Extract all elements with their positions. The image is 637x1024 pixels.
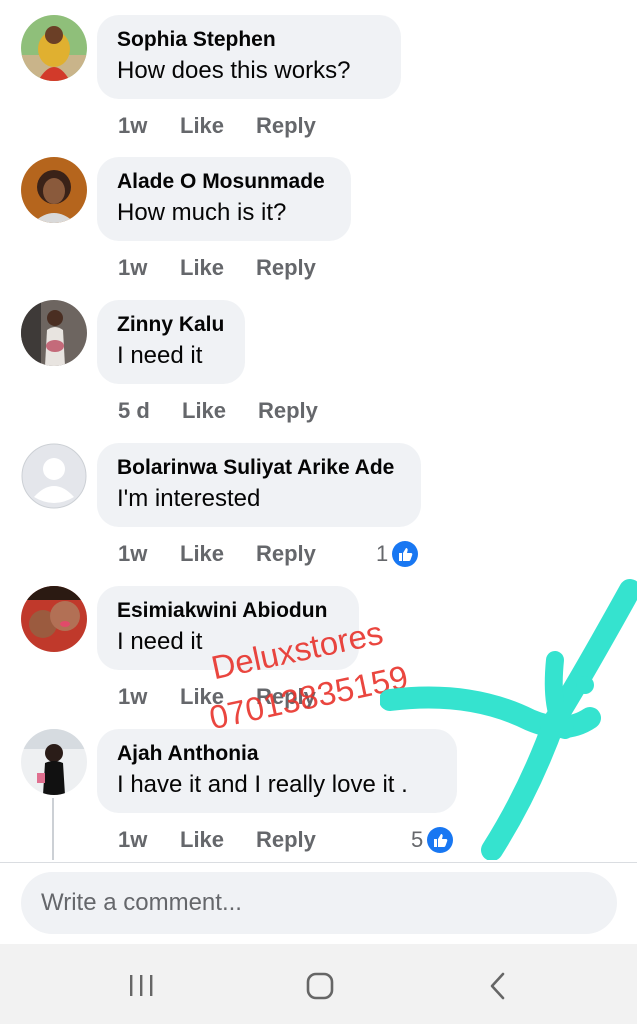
reply-button[interactable]: Reply: [256, 541, 316, 567]
like-button[interactable]: Like: [182, 398, 226, 424]
reply-button[interactable]: Reply: [256, 113, 316, 139]
comment-input[interactable]: Write a comment...: [21, 872, 617, 934]
comment-text: I'm interested: [117, 485, 261, 512]
like-button[interactable]: Like: [180, 541, 224, 567]
reply-button[interactable]: Reply: [256, 255, 316, 281]
comment-author[interactable]: Esimiakwini Abiodun: [117, 598, 339, 624]
reply-button[interactable]: Reply: [256, 827, 316, 853]
comment-time[interactable]: 1w: [118, 255, 147, 281]
scribble-annotation: [380, 579, 637, 860]
comment-bubble[interactable]: Bolarinwa Suliyat Arike Ade I'm interest…: [97, 443, 421, 527]
comment-text: How much is it?: [117, 199, 287, 226]
thumbs-up-icon: [392, 541, 419, 567]
home-icon[interactable]: [300, 966, 340, 1006]
avatar[interactable]: [21, 443, 87, 509]
reply-button[interactable]: Reply: [258, 398, 318, 424]
comment-author[interactable]: Alade O Mosunmade: [117, 169, 331, 195]
divider: [0, 862, 637, 863]
system-nav-bar: [0, 944, 637, 1024]
comment-time[interactable]: 1w: [118, 541, 147, 567]
recents-icon[interactable]: [121, 966, 161, 1006]
comment-author[interactable]: Zinny Kalu: [117, 312, 225, 338]
comment-text: I need it: [117, 342, 203, 369]
like-button[interactable]: Like: [180, 827, 224, 853]
comment-time[interactable]: 1w: [118, 113, 147, 139]
like-button[interactable]: Like: [180, 113, 224, 139]
comment-time[interactable]: 5 d: [118, 398, 150, 424]
reaction-count[interactable]: 1: [376, 540, 419, 568]
comment-bubble[interactable]: Alade O Mosunmade How much is it?: [97, 157, 351, 241]
comment-bubble[interactable]: Zinny Kalu I need it: [97, 300, 245, 384]
avatar[interactable]: [21, 586, 87, 652]
back-icon[interactable]: [478, 966, 518, 1006]
comment-bubble[interactable]: Sophia Stephen How does this works?: [97, 15, 401, 99]
reply-thread-line: [52, 798, 54, 860]
comment-text: How does this works?: [117, 57, 351, 84]
avatar[interactable]: [21, 300, 87, 366]
avatar[interactable]: [21, 15, 87, 81]
reaction-count-number: 1: [376, 541, 389, 566]
comment-author[interactable]: Sophia Stephen: [117, 27, 381, 53]
avatar[interactable]: [21, 729, 87, 795]
avatar[interactable]: [21, 157, 87, 223]
like-button[interactable]: Like: [180, 255, 224, 281]
comment-time[interactable]: 1w: [118, 827, 147, 853]
comment-time[interactable]: 1w: [118, 684, 147, 710]
comment-author[interactable]: Bolarinwa Suliyat Arike Ade: [117, 455, 401, 481]
